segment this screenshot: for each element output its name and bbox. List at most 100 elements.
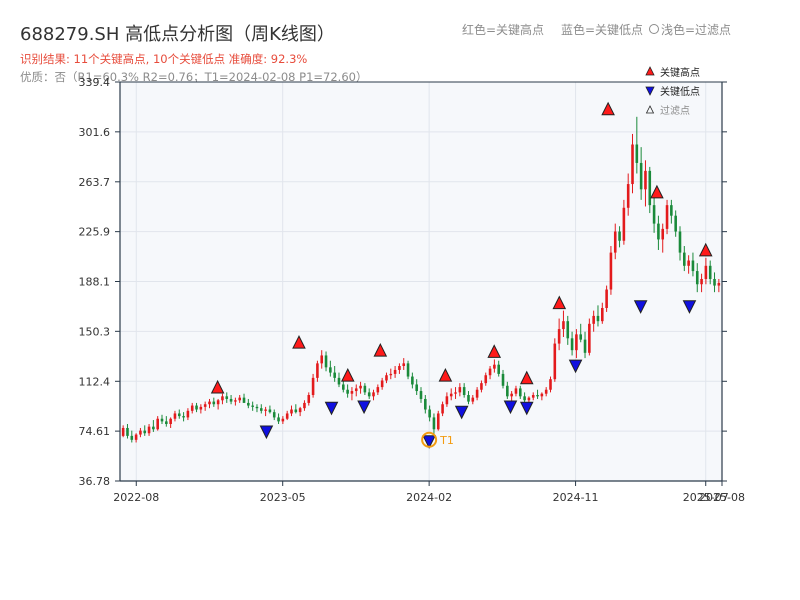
candle-body — [121, 427, 125, 436]
candle-body — [657, 223, 660, 240]
candle-body — [294, 409, 298, 413]
candle-body — [518, 388, 522, 397]
candle-body — [238, 397, 241, 401]
y-tick-label: 301.6 — [79, 126, 111, 139]
candle-body — [160, 418, 164, 422]
candle-body — [493, 364, 496, 369]
candle-body — [419, 391, 423, 399]
candle-body — [549, 379, 552, 390]
candle-body — [152, 426, 155, 430]
candle-body — [488, 368, 492, 376]
x-tick-label: 2024-02 — [406, 491, 452, 504]
candle-body — [190, 405, 194, 411]
candle-body — [661, 228, 665, 240]
candle-body — [631, 144, 634, 185]
candle-body — [307, 395, 311, 403]
candle-body — [454, 392, 457, 394]
candle-body — [234, 400, 237, 402]
candle-body — [126, 427, 129, 436]
t1-label: T1 — [439, 434, 454, 447]
candle-body — [510, 393, 513, 397]
candle-body — [609, 252, 613, 290]
candle-body — [506, 385, 509, 397]
candle-body — [704, 265, 708, 279]
candle-body — [626, 184, 630, 208]
candle-body — [354, 388, 358, 392]
x-tick-label: 2024-11 — [553, 491, 599, 504]
candle-body — [208, 401, 211, 405]
candle-body — [251, 405, 254, 407]
candle-body — [601, 307, 604, 322]
candle-body — [501, 373, 505, 386]
candle-body — [186, 410, 190, 418]
candle-body — [575, 334, 578, 351]
candle-body — [570, 338, 574, 351]
candle-body — [471, 397, 475, 402]
candle-body — [242, 397, 246, 403]
candle-body — [458, 387, 462, 393]
candle-body — [588, 323, 591, 353]
candle-body — [225, 396, 229, 399]
candle-body — [683, 252, 686, 266]
candle-body — [229, 398, 233, 402]
legend-label: 关键低点 — [660, 85, 700, 98]
candle-body — [303, 402, 306, 409]
candle-body — [324, 355, 328, 368]
candle-body — [445, 396, 449, 405]
candle-body — [398, 366, 401, 370]
candle-body — [700, 278, 703, 285]
candle-body — [363, 385, 367, 393]
candle-body — [143, 430, 147, 434]
candle-body — [342, 384, 345, 390]
candle-body — [415, 384, 418, 392]
candle-body — [674, 215, 677, 232]
candle-body — [652, 205, 656, 224]
candle-body — [367, 392, 371, 397]
candle-body — [462, 387, 466, 396]
candle-body — [691, 260, 695, 272]
candle-body — [281, 418, 285, 422]
candle-body — [424, 398, 427, 410]
y-tick-label: 188.1 — [79, 275, 111, 288]
candle-body — [165, 421, 168, 425]
candle-body — [203, 404, 207, 407]
candle-body — [329, 367, 332, 373]
candle-body — [380, 380, 384, 388]
candle-body — [562, 321, 565, 330]
candle-body — [605, 289, 608, 308]
candle-body — [536, 395, 539, 397]
candle-body — [389, 373, 393, 376]
y-tick-label: 36.78 — [79, 475, 111, 488]
candle-body — [540, 393, 544, 397]
candle-body — [544, 389, 548, 394]
candle-body — [708, 265, 712, 279]
candle-body — [687, 260, 690, 266]
candle-body — [665, 205, 669, 229]
candle-body — [333, 372, 336, 378]
candle-body — [639, 162, 643, 190]
candle-body — [337, 377, 341, 385]
candle-body — [199, 406, 203, 410]
candle-body — [484, 375, 488, 384]
candle-body — [449, 393, 453, 397]
candle-body — [566, 321, 570, 339]
candle-body — [268, 409, 272, 413]
candle-body — [359, 385, 362, 389]
candle-body — [311, 377, 315, 396]
candle-body — [648, 170, 652, 206]
candle-body — [264, 409, 267, 411]
candle-body — [411, 376, 414, 385]
candle-body — [467, 395, 470, 402]
candle-body — [592, 315, 595, 324]
candle-body — [376, 387, 380, 393]
legend-label: 过滤点 — [660, 104, 690, 117]
candle-body — [527, 397, 531, 401]
candle-body — [613, 231, 617, 253]
candle-body — [169, 418, 172, 425]
candle-body — [678, 231, 682, 253]
candle-body — [393, 369, 397, 374]
candlestick-chart: T1 339.4 301.6 263.7 225.9 188.1 150.3 112.4 74… — [79, 66, 745, 504]
y-tick-label: 225.9 — [79, 226, 111, 239]
candle-body — [298, 408, 302, 413]
y-tick-label: 150.3 — [79, 325, 111, 338]
